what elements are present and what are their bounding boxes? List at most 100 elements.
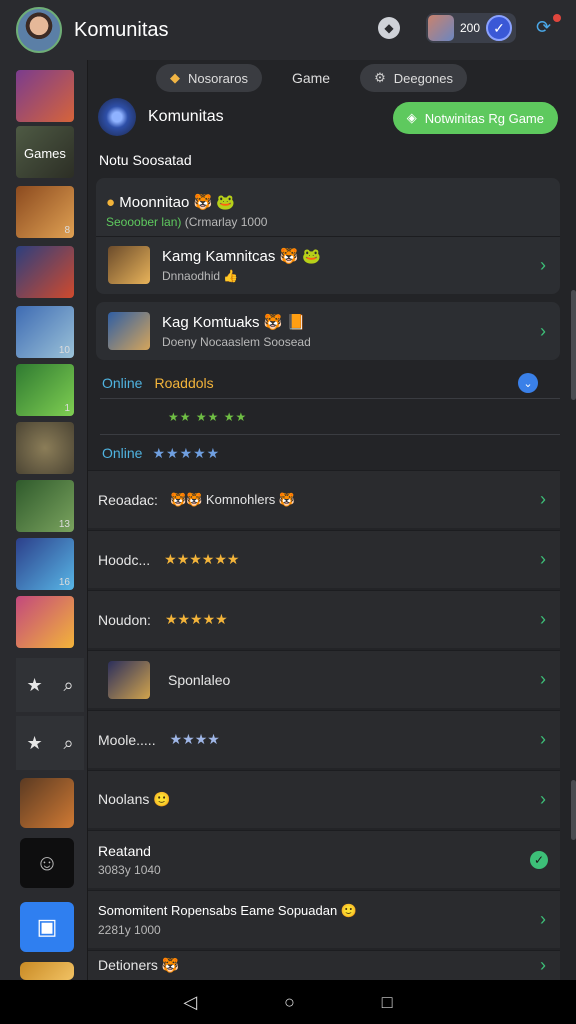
game-thumb — [108, 246, 150, 284]
page-title: Komunitas — [74, 18, 169, 41]
community-header: Komunitas ◈ Notwinitas Rg Game — [98, 96, 558, 138]
game-thumb — [108, 312, 150, 350]
avatar[interactable] — [16, 7, 62, 53]
sidebar-games-thumb[interactable]: Games — [16, 126, 74, 178]
featured-title-text: Moonnitao 🐯 🐸 — [119, 194, 235, 211]
section-title: Notu Soosatad — [99, 152, 192, 168]
featured-header[interactable]: ● Moonnitao 🐯 🐸 Seooober lan) (Crmarlay … — [96, 186, 560, 236]
scrollbar[interactable] — [571, 290, 576, 400]
community-game-button[interactable]: ◈ Notwinitas Rg Game — [392, 102, 558, 134]
app-shield-icon[interactable]: ▣ — [20, 902, 74, 952]
sidebar-app-icon[interactable] — [20, 778, 74, 828]
featured-title: ● Moonnitao 🐯 🐸 — [106, 193, 267, 211]
list-item-label: Sponlaleo — [168, 671, 231, 688]
list-item[interactable]: Detioners 🐯 › — [88, 950, 560, 980]
back-icon[interactable]: ◁ — [183, 992, 197, 1013]
tab-nosoraros[interactable]: ◆ Nosoraros — [156, 64, 262, 92]
list-item[interactable]: Reoadac: 🐯🐯 Komnohlers 🐯 › — [88, 470, 560, 528]
chevron-right-icon: › — [540, 489, 546, 509]
star-rating: ★★★★ — [169, 731, 220, 747]
tab-label: Deegones — [393, 70, 454, 86]
row-title: Kamg Kamnitcas 🐯 🐸 — [162, 248, 322, 265]
list-item-label: Somomitent Ropensabs Eame Sopuadan 🙂 — [98, 902, 358, 918]
list-item-label: Hoodc... — [98, 551, 151, 568]
sidebar-tools: ★ ⌕ — [16, 658, 84, 712]
sidebar-games-label: Games — [24, 146, 66, 161]
star-rating: ★★★★★ — [164, 611, 228, 627]
user-chip[interactable]: 200 ✓ — [425, 13, 516, 43]
list-item-label: Moole..... — [98, 731, 156, 748]
featured-card: ● Moonnitao 🐯 🐸 Seooober lan) (Crmarlay … — [96, 178, 560, 294]
chevron-right-icon: › — [540, 955, 546, 975]
chevron-right-icon: › — [540, 729, 546, 749]
chevron-right-icon: › — [540, 609, 546, 629]
sidebar-thumb-number: 1 — [64, 403, 70, 414]
divider — [100, 398, 560, 399]
featured-subtitle: Seooober lan) (Crmarlay 1000 — [106, 215, 267, 229]
online-row: Online Roaddols ⌄ — [102, 370, 552, 396]
scrollbar[interactable] — [571, 780, 576, 840]
sidebar-thumb-number: 10 — [58, 345, 70, 356]
chevron-right-icon: › — [540, 789, 546, 809]
stars-row: ★★ ★★ ★★ — [168, 406, 576, 428]
home-icon[interactable]: ○ — [284, 992, 295, 1013]
user-count: 200 — [459, 21, 480, 35]
list-item-label: Detioners 🐯 — [98, 957, 180, 973]
list-item[interactable]: Moole..... ★★★★ › — [88, 710, 560, 768]
sidebar-game-thumb[interactable] — [16, 422, 74, 474]
top-actions: ◆ 200 ✓ ⟳ — [377, 13, 561, 43]
list-item[interactable]: Sponlaleo › — [88, 650, 560, 708]
check-icon: ✓ — [530, 850, 548, 869]
compass-icon[interactable]: ◆ — [377, 17, 400, 39]
trophy-icon: ◆ — [170, 70, 180, 85]
search-icon[interactable]: ⌕ — [63, 733, 73, 754]
divider — [100, 434, 560, 435]
sidebar-game-thumb[interactable] — [16, 246, 74, 298]
list-item[interactable]: Reatand 3083y 1040 ✓ — [88, 830, 560, 888]
row-title: Kag Komtuaks 🐯 📙 — [162, 314, 306, 331]
sidebar-game-thumb[interactable]: 10 — [16, 306, 74, 358]
list-item-sub: 3083y 1040 — [98, 862, 161, 877]
chevron-right-icon: › — [540, 549, 546, 569]
sidebar-app-icon[interactable] — [20, 962, 74, 980]
sidebar-game-thumb[interactable]: 16 — [16, 538, 74, 590]
list-item[interactable]: Somomitent Ropensabs Eame Sopuadan 🙂 228… — [88, 890, 560, 948]
list-item-sub: 2281y 1000 — [98, 922, 161, 937]
sidebar-game-thumb[interactable]: 8 — [16, 186, 74, 238]
star-rating: ★★ ★★ ★★ — [168, 410, 248, 424]
sidebar-game-thumb[interactable]: 1 — [16, 364, 74, 416]
featured-row[interactable]: Kamg Kamnitcas 🐯 🐸 Dnnaodhid 👍 › — [96, 236, 560, 294]
online-sub-label: Roaddols — [154, 375, 214, 391]
featured-subtitle-green: Seooober lan) — [106, 215, 182, 229]
tab-game[interactable]: Game — [292, 70, 330, 86]
astronaut-icon[interactable]: ☺ — [20, 838, 74, 888]
featured-row[interactable]: Kag Komtuaks 🐯 📙 Doeny Nocaaslem Soosead… — [96, 302, 560, 360]
app: Komunitas ◆ 200 ✓ ⟳ Games 8 10 1 13 16 ★… — [0, 0, 576, 1024]
list-item[interactable]: Hoodc... ★★★★★★ › — [88, 530, 560, 588]
top-bar: Komunitas ◆ 200 ✓ ⟳ — [0, 0, 576, 60]
tab-deegones[interactable]: ⚙ Deegones — [360, 64, 468, 92]
chevron-right-icon: › — [540, 669, 546, 689]
chevron-down-icon[interactable]: ⌄ — [518, 373, 538, 393]
star-icon[interactable]: ★ — [26, 733, 42, 754]
row-subtitle: Dnnaodhid 👍 — [162, 269, 239, 283]
star-rating: ★★★★★ — [152, 444, 221, 461]
notification-dot — [553, 14, 561, 22]
search-icon[interactable]: ⌕ — [63, 675, 73, 696]
sidebar-thumb-number: 13 — [58, 519, 70, 530]
featured-card-2[interactable]: Kag Komtuaks 🐯 📙 Doeny Nocaaslem Soosead… — [96, 302, 560, 360]
star-icon[interactable]: ★ — [26, 675, 42, 696]
check-badge-icon: ✓ — [486, 15, 512, 41]
recents-icon[interactable]: □ — [382, 992, 393, 1013]
chevron-right-icon: › — [540, 909, 546, 929]
user-thumb-icon — [427, 15, 454, 41]
list-item[interactable]: Noolans 🙂 › — [88, 770, 560, 828]
sidebar-game-thumb[interactable] — [16, 596, 74, 648]
tag-icon: ◈ — [406, 110, 417, 125]
list-item[interactable]: Noudon: ★★★★★ › — [88, 590, 560, 648]
community-logo — [98, 98, 136, 136]
notification-icon[interactable]: ⟳ — [536, 14, 561, 39]
sidebar-game-thumb[interactable]: 13 — [16, 480, 74, 532]
sidebar-game-thumb[interactable] — [16, 70, 74, 122]
sidebar-tools: ★ ⌕ — [16, 716, 84, 770]
